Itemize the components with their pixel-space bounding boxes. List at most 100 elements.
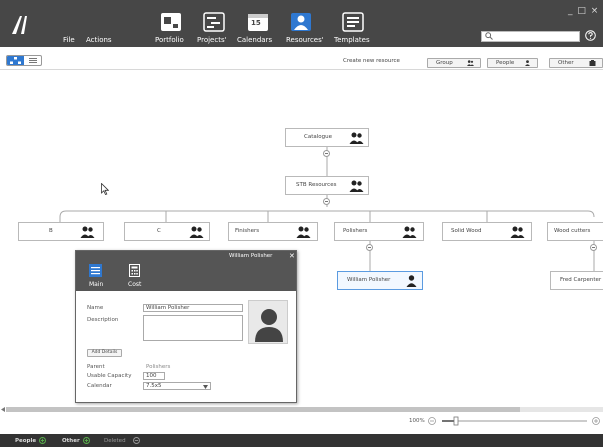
group-icon xyxy=(349,180,364,192)
app-logo[interactable] xyxy=(10,14,32,36)
person-icon xyxy=(525,60,530,66)
nav-portfolio[interactable]: Portfolio xyxy=(155,36,184,44)
popup-header: William Polisher ✕ Main Cost xyxy=(76,251,296,291)
name-label: Name xyxy=(87,305,104,311)
tab-cost[interactable]: Cost xyxy=(128,281,141,288)
nav-templates[interactable]: Templates xyxy=(334,36,370,44)
nav-calendars[interactable]: Calendars xyxy=(237,36,272,44)
create-new-resource-label: Create new resource xyxy=(343,58,400,64)
node-label: Fred Carpenter xyxy=(560,277,602,283)
node-label: B xyxy=(49,228,53,234)
menu-actions[interactable]: Actions xyxy=(86,36,112,44)
main-tab-icon[interactable] xyxy=(89,264,102,277)
tree-node-polishers[interactable]: Polishers xyxy=(334,222,424,241)
menu-file[interactable]: File xyxy=(63,36,75,44)
portfolio-icon[interactable] xyxy=(160,12,182,32)
node-label: William Polisher xyxy=(347,277,391,283)
templates-icon[interactable] xyxy=(342,12,364,32)
capacity-value: 100 xyxy=(146,373,157,379)
calculator-icon[interactable] xyxy=(128,264,141,277)
tree-node-stb-resources[interactable]: STB Resources xyxy=(285,176,369,195)
calendar-select[interactable]: 7.5x5 xyxy=(143,382,211,390)
tab-main[interactable]: Main xyxy=(89,281,103,288)
name-field[interactable]: William Polisher xyxy=(143,304,243,312)
other-resource-icon xyxy=(589,60,596,66)
add-details-label: Add Details xyxy=(91,350,118,355)
capacity-field[interactable]: 100 xyxy=(143,372,165,380)
group-icon xyxy=(402,226,417,238)
list-view-icon[interactable] xyxy=(25,56,41,65)
search-input[interactable] xyxy=(481,31,580,42)
group-icon xyxy=(296,226,311,238)
tree-node-fred-carpenter[interactable]: Fred Carpenter xyxy=(550,271,603,290)
add-people-label: People xyxy=(496,60,515,66)
avatar[interactable] xyxy=(248,300,288,344)
description-field[interactable] xyxy=(143,315,243,341)
node-label: Catalogue xyxy=(304,134,332,140)
other-add-icon[interactable] xyxy=(83,437,90,444)
zoom-out-icon[interactable] xyxy=(428,417,436,425)
add-details-button[interactable]: Add Details xyxy=(87,349,122,357)
deleted-remove-icon[interactable] xyxy=(133,437,140,444)
calendar-value: 7.5x5 xyxy=(146,383,162,389)
add-other-button[interactable]: Other xyxy=(549,58,603,68)
calendar-label: Calendar xyxy=(87,383,112,389)
popup-title: William Polisher xyxy=(229,253,273,259)
status-deleted[interactable]: Deleted xyxy=(104,438,126,444)
add-other-label: Other xyxy=(558,60,574,66)
node-label: C xyxy=(157,228,161,234)
zoom-slider[interactable] xyxy=(420,415,603,427)
parent-label: Parent xyxy=(87,364,105,370)
window-controls[interactable]: _ □ × xyxy=(568,6,599,16)
person-silhouette-icon xyxy=(255,309,283,342)
group-icon xyxy=(467,60,474,66)
node-label: STB Resources xyxy=(296,182,337,188)
resources-icon[interactable] xyxy=(290,12,312,32)
zoom-slider-handle[interactable] xyxy=(453,416,459,426)
status-bar xyxy=(0,434,603,447)
people-add-icon[interactable] xyxy=(39,437,46,444)
status-other[interactable]: Other xyxy=(62,438,80,444)
horizontal-scrollbar[interactable] xyxy=(6,407,603,412)
name-value: William Polisher xyxy=(146,305,190,311)
parent-value: Polishers xyxy=(146,364,171,370)
nav-resources[interactable]: Resources' xyxy=(286,36,324,44)
collapse-toggle-stb-resources[interactable] xyxy=(323,198,330,205)
capacity-label: Usable Capacity xyxy=(87,373,132,379)
tree-view-icon[interactable] xyxy=(7,56,24,65)
add-group-button[interactable]: Group xyxy=(427,58,481,68)
node-label: Wood cutters xyxy=(554,228,591,234)
tree-node-finishers[interactable]: Finishers xyxy=(228,222,318,241)
tree-node-b[interactable]: B xyxy=(18,222,104,241)
tree-node-solid-wood[interactable]: Solid Wood xyxy=(442,222,532,241)
node-label: Finishers xyxy=(235,228,260,234)
group-icon xyxy=(80,226,95,238)
mouse-cursor-icon xyxy=(101,183,109,195)
group-icon xyxy=(349,132,364,144)
collapse-toggle-polishers[interactable] xyxy=(366,244,373,251)
collapse-toggle-wood-cutters[interactable] xyxy=(590,244,597,251)
tree-node-william-polisher[interactable]: William Polisher xyxy=(337,271,423,290)
add-group-label: Group xyxy=(436,60,453,66)
help-icon[interactable] xyxy=(585,30,596,41)
close-icon[interactable]: ✕ xyxy=(289,252,295,260)
projects-icon[interactable] xyxy=(203,12,225,32)
add-people-button[interactable]: People xyxy=(487,58,538,68)
status-people[interactable]: People xyxy=(15,438,36,444)
collapse-toggle-catalogue[interactable] xyxy=(323,150,330,157)
calendar-icon-day: 15 xyxy=(251,19,261,27)
tree-node-catalogue[interactable]: Catalogue xyxy=(285,128,369,147)
tree-node-c[interactable]: C xyxy=(124,222,210,241)
node-label: Polishers xyxy=(343,228,368,234)
resource-details-popup: William Polisher ✕ Main Cost Name Willia… xyxy=(75,250,297,403)
scrollbar-thumb[interactable] xyxy=(6,407,520,412)
search-icon xyxy=(485,32,493,40)
nav-projects[interactable]: Projects' xyxy=(197,36,227,44)
view-toggle[interactable] xyxy=(6,55,42,66)
node-label: Solid Wood xyxy=(451,228,482,234)
tree-node-wood-cutters[interactable]: Wood cutters xyxy=(547,222,603,241)
person-icon xyxy=(406,275,417,287)
group-icon xyxy=(189,226,204,238)
zoom-in-icon[interactable] xyxy=(592,417,600,425)
group-icon xyxy=(510,226,525,238)
